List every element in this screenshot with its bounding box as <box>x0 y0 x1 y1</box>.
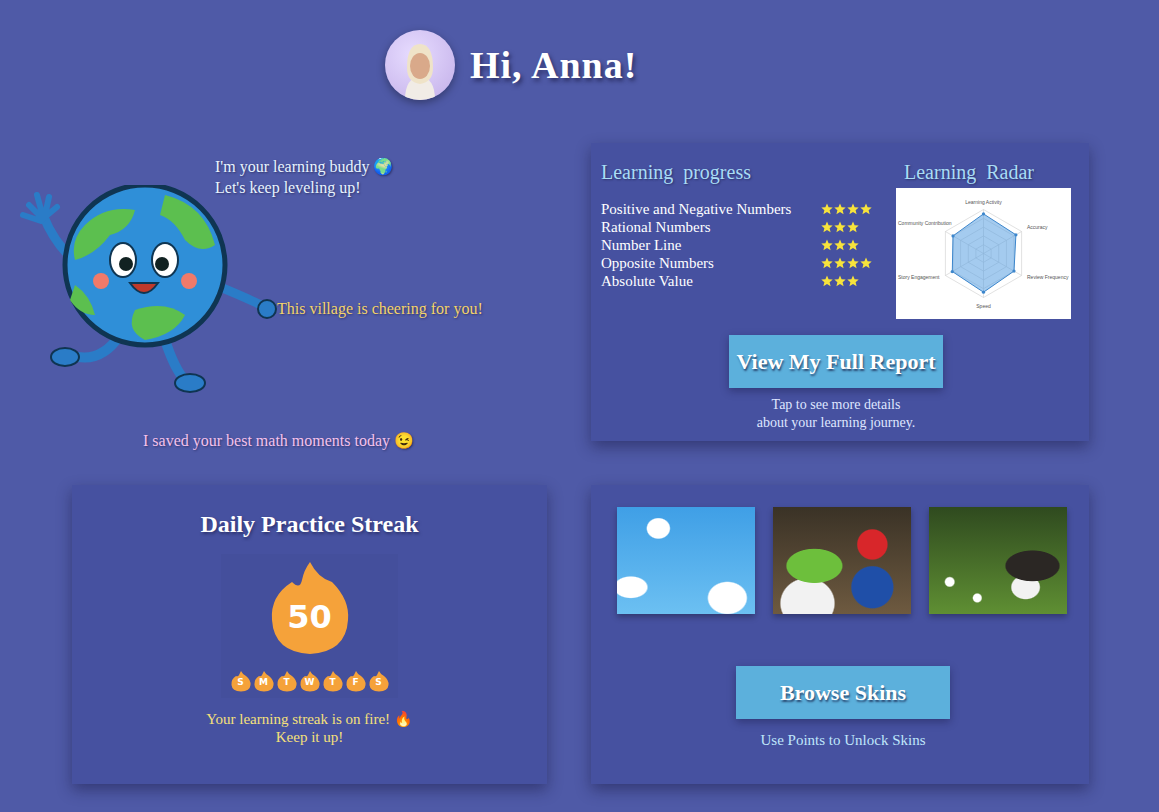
radar-point <box>1012 270 1015 273</box>
star-icon <box>847 203 859 215</box>
radar-axis-label: Community Contribution <box>898 220 952 226</box>
caption-line: Tap to see more details <box>757 396 916 414</box>
topic-name: Absolute Value <box>601 273 821 290</box>
star-icon <box>847 257 859 269</box>
caption-line: about your learning journey. <box>757 414 916 432</box>
streak-card: Daily Practice Streak50SMTWTFSYour learn… <box>72 485 547 784</box>
topic-row: Absolute Value <box>601 272 890 290</box>
topic-row: Rational Numbers <box>601 218 890 236</box>
star-icon <box>834 275 846 287</box>
topic-name: Positive and Negative Numbers <box>601 201 821 218</box>
view-report-button[interactable]: View My Full Report <box>729 335 943 388</box>
radar-panel: Learning Radar Learning Activity Accuracy R… <box>896 161 1071 319</box>
report-caption: Tap to see more detailsabout your learni… <box>757 396 916 432</box>
radar-svg: Learning Activity Accuracy Review Frequenc… <box>896 188 1071 319</box>
moments-text: I saved your best math moments today 😉 <box>143 431 414 450</box>
star-icon <box>821 257 833 269</box>
day-label: T <box>277 677 297 687</box>
streak-count: 50 <box>270 598 350 636</box>
progress-title: Learning progress <box>601 161 890 184</box>
topic-name: Rational Numbers <box>601 219 821 236</box>
day-label: F <box>346 677 366 687</box>
day-label: W <box>300 677 320 687</box>
streak-caption: Your learning streak is on fire! 🔥Keep i… <box>206 710 413 746</box>
day-label: M <box>254 677 274 687</box>
report-section: View My Full Report Tap to see more detai… <box>601 335 1071 432</box>
day-flame: T <box>323 670 343 692</box>
day-flame: M <box>254 670 274 692</box>
streak-flame: 50 <box>270 560 350 656</box>
progress-list: Learning progress Positive and Negative N… <box>601 161 890 319</box>
day-label: S <box>369 677 389 687</box>
topic-stars <box>821 221 859 233</box>
star-icon <box>821 275 833 287</box>
radar-point <box>1014 233 1017 236</box>
radar-point <box>951 234 954 237</box>
topic-stars <box>821 239 859 251</box>
progress-card: Learning progress Positive and Negative N… <box>591 143 1089 441</box>
radar-title: Learning Radar <box>904 161 1071 184</box>
topic-stars <box>821 257 872 269</box>
star-icon <box>821 203 833 215</box>
star-icon <box>847 275 859 287</box>
streak-days: SMTWTFS <box>231 670 389 692</box>
avatar[interactable] <box>385 30 455 100</box>
radar-axis-label: Story Engagement <box>898 274 940 280</box>
avatar-icon <box>385 30 455 100</box>
radar-point <box>951 270 954 273</box>
star-icon <box>847 239 859 251</box>
day-flame: W <box>300 670 320 692</box>
radar-chart: Learning Activity Accuracy Review Frequenc… <box>896 188 1071 319</box>
star-icon <box>834 257 846 269</box>
caption-line: Your learning streak is on fire! 🔥 <box>206 710 413 728</box>
skin-previews <box>617 507 1069 614</box>
header: Hi, Anna! <box>0 0 1159 100</box>
learning-buddy: I'm your learning buddy 🌍Let's keep leve… <box>15 143 547 441</box>
radar-axis-label: Accuracy <box>1027 224 1048 230</box>
radar-axis-label: Review Frequency <box>1027 274 1069 280</box>
topic-stars <box>821 203 872 215</box>
radar-point <box>982 212 985 215</box>
star-icon <box>821 239 833 251</box>
earth-mascot-icon <box>15 185 290 400</box>
caption-line: Keep it up! <box>206 728 413 746</box>
progress-row: Learning progress Positive and Negative N… <box>601 161 1071 319</box>
topic-row: Positive and Negative Numbers <box>601 200 890 218</box>
topic-row: Number Line <box>601 236 890 254</box>
star-icon <box>834 239 846 251</box>
buddy-line: Let's keep leveling up! <box>215 177 393 198</box>
topic-row: Opposite Numbers <box>601 254 890 272</box>
star-icon <box>834 221 846 233</box>
greeting: Hi, Anna! <box>470 43 637 87</box>
skins-caption: Use Points to Unlock Skins <box>760 731 925 749</box>
day-flame: F <box>346 670 366 692</box>
day-label: S <box>231 677 251 687</box>
star-icon <box>847 221 859 233</box>
topic-name: Number Line <box>601 237 821 254</box>
skin-preview[interactable] <box>773 507 911 614</box>
day-flame: S <box>231 670 251 692</box>
streak-box: 50SMTWTFS <box>221 554 398 698</box>
radar-axis-label: Speed <box>976 303 991 309</box>
star-icon <box>821 221 833 233</box>
buddy-line: I'm your learning buddy 🌍 <box>215 156 393 177</box>
dashboard-grid: I'm your learning buddy 🌍Let's keep leve… <box>0 143 1159 784</box>
skin-preview[interactable] <box>617 507 755 614</box>
day-flame: T <box>277 670 297 692</box>
star-icon <box>860 257 872 269</box>
star-icon <box>834 203 846 215</box>
day-flame: S <box>369 670 389 692</box>
streak-title: Daily Practice Streak <box>200 511 418 538</box>
radar-point <box>982 291 985 294</box>
radar-axis-label: Learning Activity <box>965 199 1002 205</box>
topic-stars <box>821 275 859 287</box>
skin-preview[interactable] <box>929 507 1067 614</box>
buddy-speech: I'm your learning buddy 🌍Let's keep leve… <box>215 156 393 198</box>
star-icon <box>860 203 872 215</box>
browse-skins-button[interactable]: Browse Skins <box>736 666 950 719</box>
day-label: T <box>323 677 343 687</box>
skins-card: Browse Skins Use Points to Unlock Skins <box>591 485 1089 784</box>
topic-name: Opposite Numbers <box>601 255 821 272</box>
cheer-text: This village is cheering for you! <box>277 300 483 318</box>
